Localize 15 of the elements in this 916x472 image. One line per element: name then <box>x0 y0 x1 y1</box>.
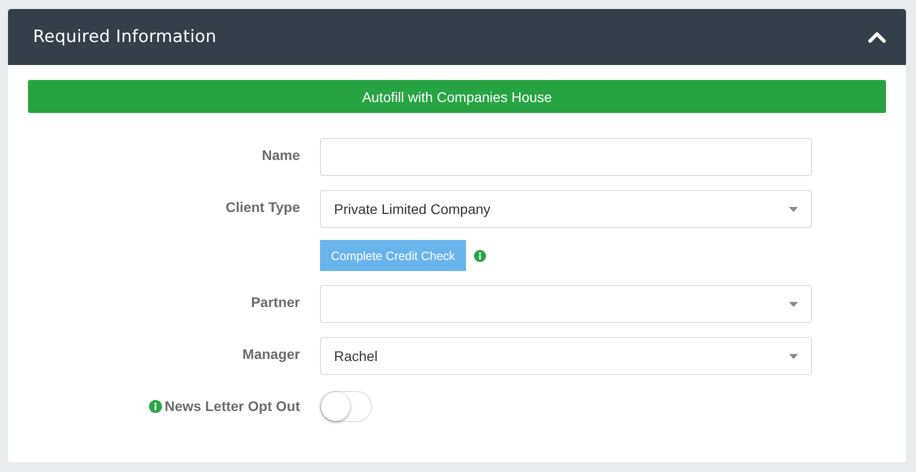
field-label: Client Type <box>226 199 300 215</box>
select-field[interactable] <box>320 285 812 323</box>
panel-title: Required Information <box>33 27 216 47</box>
select-field[interactable]: Private Limited Company <box>320 190 812 228</box>
caret-icon <box>789 302 798 306</box>
field-label: News Letter Opt Out <box>164 398 300 414</box>
select-field[interactable]: Rachel <box>320 337 812 375</box>
caret-icon <box>789 206 798 212</box>
name-input-field[interactable] <box>320 138 812 176</box>
caret-icon <box>789 354 798 358</box>
field-label: Partner <box>250 294 300 310</box>
field-label: Name <box>262 147 300 163</box>
chevron-up-icon[interactable] <box>868 31 886 43</box>
toggle-switch[interactable] <box>320 391 372 422</box>
field-label: Manager <box>242 346 300 362</box>
